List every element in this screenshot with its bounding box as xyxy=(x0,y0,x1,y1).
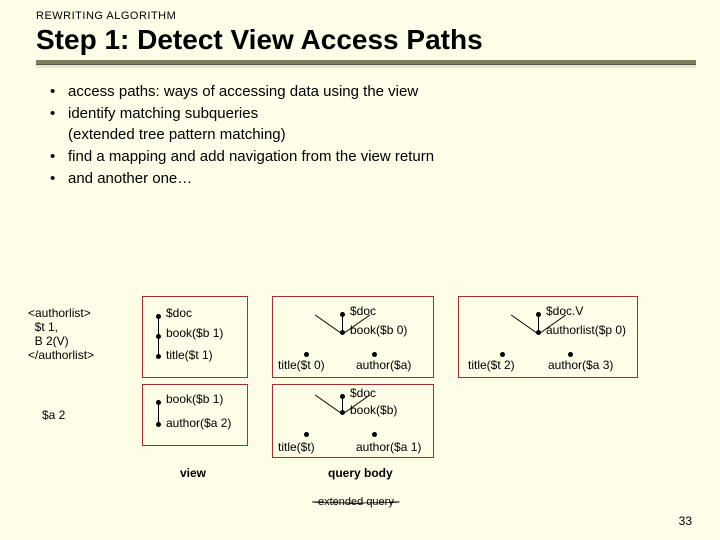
tree-node: $doc xyxy=(350,304,376,318)
bullet: find a mapping and add navigation from t… xyxy=(50,147,680,167)
bullet-list: access paths: ways of accessing data usi… xyxy=(50,82,680,189)
diagram-stage: <authorlist> $t 1, B 2(V) </authorlist> … xyxy=(28,296,700,516)
node-dot xyxy=(372,432,377,437)
tree-leaf: title($t 2) xyxy=(468,358,515,372)
node-dot xyxy=(568,352,573,357)
caption-body: query body xyxy=(328,466,393,480)
code-block: <authorlist> $t 1, B 2(V) </authorlist> xyxy=(28,306,94,362)
edge xyxy=(342,316,343,330)
caption-view: view xyxy=(180,466,206,480)
tree-node: book($b) xyxy=(350,403,397,417)
bullet: and another one… xyxy=(50,169,680,189)
code-var: $a 2 xyxy=(42,408,65,422)
tree-node: author($a 2) xyxy=(166,416,231,430)
node-dot xyxy=(156,422,161,427)
slide-number: 33 xyxy=(679,514,692,528)
node-dot xyxy=(500,352,505,357)
edge xyxy=(538,316,539,330)
tree-leaf: author($a) xyxy=(356,358,411,372)
tree-node: book($b 0) xyxy=(350,323,407,337)
node-dot xyxy=(304,432,309,437)
tree-node: book($b 1) xyxy=(166,326,223,340)
rule-light xyxy=(36,65,696,68)
edge xyxy=(158,404,159,422)
kicker: REWRITING ALGORITHM xyxy=(0,0,720,24)
caption-extended: extended query xyxy=(318,496,394,508)
tree-node: authorlist($p 0) xyxy=(546,323,626,337)
node-dot xyxy=(304,352,309,357)
tree-leaf: author($a 1) xyxy=(356,440,421,454)
page-title: Step 1: Detect View Access Paths xyxy=(0,24,720,60)
bullet: access paths: ways of accessing data usi… xyxy=(50,82,680,102)
tree-leaf: author($a 3) xyxy=(548,358,613,372)
edge xyxy=(158,338,159,354)
tree-leaf: title($t) xyxy=(278,440,315,454)
tree-node: $doc xyxy=(166,306,192,320)
tree-node: book($b 1) xyxy=(166,392,223,406)
tree-leaf: title($t 0) xyxy=(278,358,325,372)
node-dot xyxy=(372,352,377,357)
edge xyxy=(342,398,343,410)
tree-node: title($t 1) xyxy=(166,348,213,362)
bullet: identify matching subqueries (extended t… xyxy=(50,104,680,145)
node-dot xyxy=(156,354,161,359)
edge xyxy=(158,318,159,334)
